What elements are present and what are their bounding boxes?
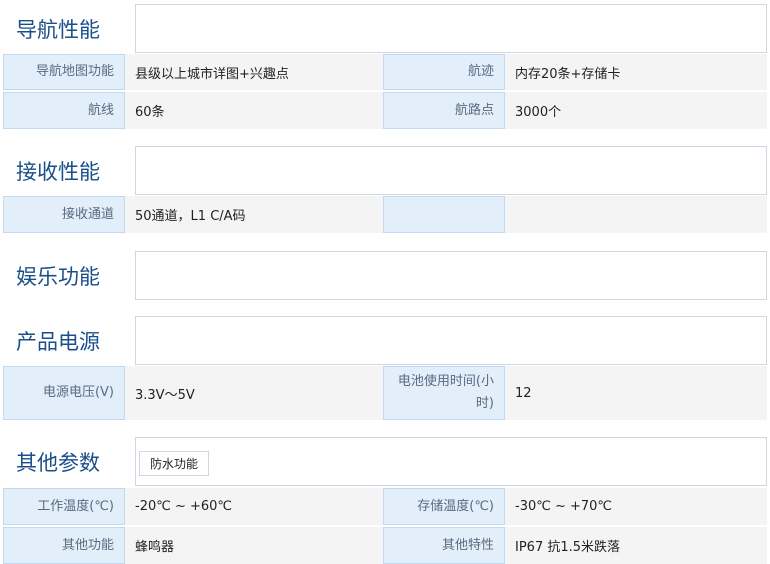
section-title-navigation: 导航性能 <box>3 4 135 53</box>
spec-value: IP67 抗1.5米跌落 <box>505 527 767 564</box>
spec-label: 航路点 <box>383 92 505 129</box>
spec-label: 航线 <box>3 92 125 129</box>
spec-label: 接收通道 <box>3 196 125 233</box>
spec-value: 3.3V～5V <box>125 366 383 420</box>
section-navigation: 导航性能 <box>3 4 767 53</box>
spec-label: 航迹 <box>383 54 505 90</box>
spec-row: 工作温度(℃) -20℃ ~ +60℃ 存储温度(℃) -30℃ ~ +70℃ <box>3 488 767 525</box>
spec-page: 导航性能 导航地图功能 县级以上城市详图+兴趣点 航迹 内存20条+存储卡 航线… <box>0 0 770 564</box>
spec-value: -30℃ ~ +70℃ <box>505 488 767 525</box>
section-title-power: 产品电源 <box>3 316 135 365</box>
spec-row: 电源电压(V) 3.3V～5V 电池使用时间(小时) 12 <box>3 366 767 420</box>
section-title-entertainment: 娱乐功能 <box>3 251 135 300</box>
spec-value: -20℃ ~ +60℃ <box>125 488 383 525</box>
section-box-entertainment <box>135 251 767 300</box>
spec-row: 其他功能 蜂鸣器 其他特性 IP67 抗1.5米跌落 <box>3 527 767 564</box>
spec-label: 其他特性 <box>383 527 505 564</box>
spec-value <box>505 196 767 233</box>
spec-label: 工作温度(℃) <box>3 488 125 525</box>
spec-value: 内存20条+存储卡 <box>505 54 767 90</box>
section-entertainment: 娱乐功能 <box>3 251 767 300</box>
section-reception: 接收性能 <box>3 146 767 195</box>
spec-value: 县级以上城市详图+兴趣点 <box>125 54 383 90</box>
feature-tag-waterproof: 防水功能 <box>139 451 210 476</box>
spec-value: 60条 <box>125 92 383 129</box>
spec-row: 接收通道 50通道，L1 C/A码 <box>3 196 767 233</box>
section-box-power <box>135 316 767 365</box>
spec-row: 导航地图功能 县级以上城市详图+兴趣点 航迹 内存20条+存储卡 <box>3 54 767 90</box>
spec-label: 存储温度(℃) <box>383 488 505 525</box>
section-power: 产品电源 <box>3 316 767 365</box>
spec-value: 蜂鸣器 <box>125 527 383 564</box>
section-box-other: 防水功能 <box>135 437 767 486</box>
spec-row: 航线 60条 航路点 3000个 <box>3 92 767 129</box>
section-box-reception <box>135 146 767 195</box>
spec-value: 12 <box>505 366 767 420</box>
spec-value: 3000个 <box>505 92 767 129</box>
spec-label: 电源电压(V) <box>3 366 125 420</box>
section-other: 其他参数 防水功能 <box>3 437 767 486</box>
section-box-navigation <box>135 4 767 53</box>
spec-value: 50通道，L1 C/A码 <box>125 196 383 233</box>
spec-label: 导航地图功能 <box>3 54 125 90</box>
spec-label <box>383 196 505 233</box>
section-title-other: 其他参数 <box>3 437 135 486</box>
section-title-reception: 接收性能 <box>3 146 135 195</box>
spec-label: 电池使用时间(小时) <box>383 366 505 420</box>
spec-label: 其他功能 <box>3 527 125 564</box>
